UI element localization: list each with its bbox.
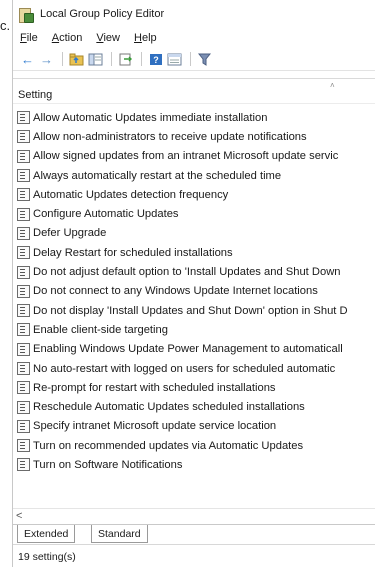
setting-row[interactable]: Delay Restart for scheduled installation… [13,243,375,262]
title-bar: Local Group Policy Editor [13,0,375,28]
back-arrow-icon[interactable]: ← [19,51,36,67]
policy-setting-icon [17,188,30,202]
status-bar: 19 setting(s) [13,544,375,568]
setting-row-label: Enabling Windows Update Power Management… [33,343,343,356]
setting-row-label: Always automatically restart at the sche… [33,169,282,182]
policy-setting-icon [17,130,30,144]
setting-row-label: Allow signed updates from an intranet Mi… [33,150,339,163]
setting-row[interactable]: No auto-restart with logged on users for… [13,359,375,378]
setting-row-label: Turn on Software Notifications [33,458,183,471]
window-title: Local Group Policy Editor [40,8,165,20]
policy-setting-icon [17,400,30,414]
setting-row-label: Do not connect to any Windows Update Int… [33,285,318,298]
column-header-label: Setting [18,89,53,101]
setting-row[interactable]: Specify intranet Microsoft update servic… [13,417,375,436]
menu-bar: File Action View Help [13,28,375,48]
policy-setting-icon [17,304,30,318]
setting-row-label: Delay Restart for scheduled installation… [33,246,233,259]
setting-row-label: Do not adjust default option to 'Install… [33,266,341,279]
policy-setting-icon [17,207,30,221]
properties-icon[interactable] [166,51,183,67]
setting-row[interactable]: Allow Automatic Updates immediate instal… [13,108,375,127]
menu-help[interactable]: Help [134,32,157,44]
scroll-left-icon[interactable]: < [16,510,22,522]
policy-setting-icon [17,265,30,279]
policy-setting-icon [17,284,30,298]
setting-row[interactable]: Re-prompt for restart with scheduled ins… [13,378,375,397]
setting-row[interactable]: Allow non-administrators to receive upda… [13,127,375,146]
setting-row-label: Defer Upgrade [33,227,107,240]
policy-setting-icon [17,439,30,453]
policy-setting-icon [17,169,30,183]
horizontal-scrollbar[interactable]: < [13,508,375,525]
tab-extended[interactable]: Extended [17,525,76,543]
setting-row-label: Allow non-administrators to receive upda… [33,130,307,143]
menu-file[interactable]: File [20,32,38,44]
setting-row-label: No auto-restart with logged on users for… [33,362,336,375]
policy-setting-icon [17,362,30,375]
forward-arrow-icon[interactable]: → [38,51,55,67]
settings-rows: Allow Automatic Updates immediate instal… [13,104,375,475]
policy-setting-icon [17,246,30,260]
setting-row[interactable]: Enabling Windows Update Power Management… [13,340,375,359]
setting-row[interactable]: Enable client-side targeting [13,320,375,339]
setting-row-label: Turn on recommended updates via Automati… [33,439,304,452]
up-folder-icon[interactable] [68,51,85,67]
policy-setting-icon [17,111,30,125]
export-list-icon[interactable] [117,51,134,67]
svg-text:?: ? [153,55,159,65]
setting-row[interactable]: Defer Upgrade [13,224,375,243]
filter-icon[interactable] [196,51,213,67]
group-policy-editor-window: Local Group Policy Editor File Action Vi… [12,0,375,567]
setting-row[interactable]: Do not connect to any Windows Update Int… [13,282,375,301]
policy-setting-icon [17,323,30,337]
setting-row[interactable]: Always automatically restart at the sche… [13,166,375,185]
column-header-setting[interactable]: Setting ˄ [13,79,375,104]
setting-row-label: Do not display 'Install Updates and Shut… [33,304,348,317]
setting-row-label: Reschedule Automatic Updates scheduled i… [33,401,305,414]
setting-row-label: Enable client-side targeting [33,323,168,336]
setting-row[interactable]: Reschedule Automatic Updates scheduled i… [13,397,375,416]
background-text: c. [0,18,11,33]
setting-row[interactable]: Do not adjust default option to 'Install… [13,262,375,281]
policy-setting-icon [17,149,30,163]
setting-row[interactable]: Do not display 'Install Updates and Shut… [13,301,375,320]
settings-list-pane: Setting ˄ Allow Automatic Updates immedi… [13,78,375,509]
setting-row[interactable]: Allow signed updates from an intranet Mi… [13,147,375,166]
view-tabs: Extended Standard [13,524,375,545]
setting-row-label: Configure Automatic Updates [33,208,179,221]
menu-action[interactable]: Action [52,32,83,44]
setting-row[interactable]: Configure Automatic Updates [13,204,375,223]
setting-row[interactable]: Turn on Software Notifications [13,455,375,474]
status-text: 19 setting(s) [18,550,76,563]
setting-row-label: Specify intranet Microsoft update servic… [33,420,277,433]
setting-row-label: Re-prompt for restart with scheduled ins… [33,381,276,394]
tab-standard[interactable]: Standard [91,525,148,543]
toolbar: ← → ? [13,48,375,71]
policy-setting-icon [17,226,30,240]
policy-setting-icon [17,458,30,472]
policy-setting-icon [17,342,30,356]
policy-editor-icon [19,7,34,23]
menu-view[interactable]: View [96,32,120,44]
sort-caret-icon: ˄ [330,81,335,90]
setting-row[interactable]: Turn on recommended updates via Automati… [13,436,375,455]
policy-setting-icon [17,419,30,433]
setting-row-label: Allow Automatic Updates immediate instal… [33,111,268,124]
help-icon[interactable]: ? [147,51,164,67]
setting-row[interactable]: Automatic Updates detection frequency [13,185,375,204]
policy-setting-icon [17,381,30,395]
show-hide-tree-icon[interactable] [87,51,104,67]
setting-row-label: Automatic Updates detection frequency [33,188,229,201]
